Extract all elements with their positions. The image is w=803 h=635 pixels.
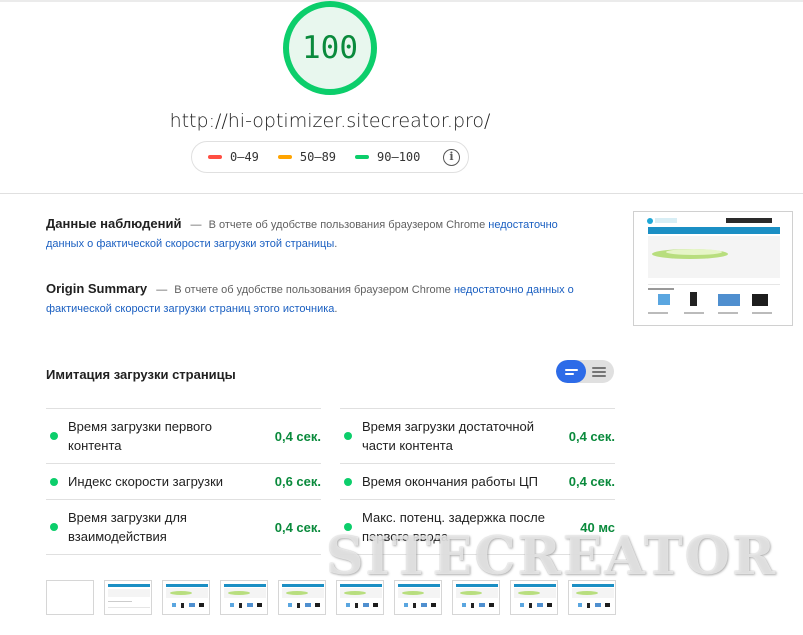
toggle-expanded-view[interactable] (586, 360, 614, 383)
performance-score: 100 (302, 30, 358, 66)
metric-value: 0,4 сек. (274, 519, 321, 535)
legend-label-pass: 90–100 (377, 150, 421, 164)
origin-summary-separator: — (156, 284, 168, 296)
sitecreator-watermark: SITECREATOR (326, 526, 778, 587)
filmstrip-frame-blank (46, 580, 94, 615)
metric-label: Время загрузки достаточной части контент… (362, 419, 535, 453)
filmstrip-frame (104, 580, 152, 615)
pass-dot-icon (50, 432, 58, 440)
metric-label: Время загрузки для взаимодействия (68, 510, 187, 544)
legend-bar-average (277, 155, 292, 159)
metric-label: Время загрузки первого контента (68, 419, 212, 453)
toggle-compact-view[interactable] (556, 360, 586, 383)
origin-summary-end: . (334, 303, 338, 315)
section-divider (0, 193, 803, 194)
legend-label-average: 50–89 (299, 150, 337, 164)
final-screenshot-thumbnail[interactable] (633, 211, 793, 326)
legend-bar-pass (355, 155, 370, 159)
pass-dot-icon (50, 523, 58, 531)
metric-value: 0,4 сек. (274, 428, 321, 444)
legend-label-fail: 0–49 (230, 150, 259, 164)
field-data-end: . (334, 238, 338, 250)
metric-value: 0,6 сек. (274, 474, 321, 489)
metric-first-meaningful-paint: Время загрузки достаточной части контент… (340, 408, 615, 463)
metric-speed-index: Индекс скорости загрузки 0,6 сек. (46, 463, 321, 499)
metric-label: Индекс скорости загрузки (68, 474, 224, 489)
filmstrip-frame (162, 580, 210, 615)
field-data-title: Данные наблюдений (46, 216, 182, 231)
legend-bar-fail (208, 155, 222, 159)
field-data-text: В отчете об удобстве пользования браузер… (208, 219, 486, 231)
metrics-view-toggle[interactable] (556, 360, 614, 383)
score-gauge: 100 (282, 0, 378, 96)
score-legend: 0–49 50–89 90–100 i (191, 141, 469, 173)
tested-url: http://hi-optimizer.sitecreator.pro/ (169, 110, 491, 132)
pass-dot-icon (344, 477, 352, 486)
legend-item-pass: 90–100 (355, 150, 420, 164)
metric-time-to-interactive: Время загрузки для взаимодействия 0,4 се… (46, 499, 321, 555)
metric-first-contentful-paint: Время загрузки первого контента 0,4 сек. (46, 408, 321, 463)
info-icon[interactable]: i (443, 149, 460, 166)
metrics-column-left: Время загрузки первого контента 0,4 сек.… (46, 408, 321, 555)
pass-dot-icon (344, 432, 352, 440)
origin-summary-section: Origin Summary — В отчете об удобстве по… (46, 279, 581, 319)
top-border (0, 0, 803, 2)
page-preview-image (634, 212, 792, 325)
field-data-section: Данные наблюдений — В отчете об удобстве… (46, 214, 581, 254)
origin-summary-title: Origin Summary (46, 281, 148, 296)
origin-summary-text: В отчете об удобстве пользования браузер… (174, 284, 451, 296)
filmstrip-frame (278, 580, 326, 615)
metric-value: 0,4 сек. (568, 428, 615, 444)
metric-value: 0,4 сек. (568, 474, 615, 489)
legend-item-average: 50–89 (277, 150, 337, 164)
lab-data-title: Имитация загрузки страницы (46, 367, 236, 382)
filmstrip-frame (220, 580, 268, 615)
legend-item-fail: 0–49 (208, 150, 259, 164)
pass-dot-icon (50, 477, 58, 486)
metric-label: Время окончания работы ЦП (362, 474, 539, 489)
field-data-separator: — (190, 219, 202, 231)
metric-first-cpu-idle: Время окончания работы ЦП 0,4 сек. (340, 463, 615, 499)
